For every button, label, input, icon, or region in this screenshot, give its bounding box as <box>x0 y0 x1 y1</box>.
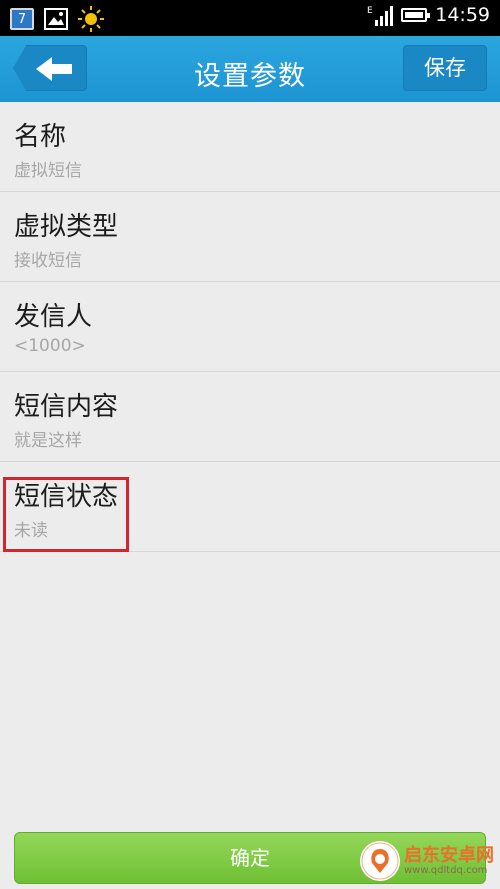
setting-value: 虚拟短信 <box>14 161 82 181</box>
watermark-title: 启东安卓网 <box>404 844 494 866</box>
battery-icon <box>401 8 431 22</box>
setting-value: 就是这样 <box>14 431 82 451</box>
watermark-logo-icon <box>360 841 400 881</box>
status-bar-left: 7 <box>10 6 104 32</box>
setting-row-virtual-type[interactable]: 虚拟类型 接收短信 <box>0 192 500 282</box>
watermark-text: 启东安卓网 www.qdltdq.com <box>404 844 494 877</box>
setting-label: 名称 <box>14 122 67 152</box>
setting-row-name[interactable]: 名称 虚拟短信 <box>0 102 500 192</box>
calendar-day: 7 <box>17 12 27 27</box>
gallery-icon <box>44 8 68 30</box>
setting-label: 发信人 <box>14 302 93 332</box>
clock: 14:59 <box>435 4 490 26</box>
save-button[interactable]: 保存 <box>403 45 487 91</box>
setting-label: 虚拟类型 <box>14 212 119 242</box>
status-bar-right: E 14:59 <box>367 4 490 26</box>
watermark-url: www.qdltdq.com <box>404 865 488 877</box>
calendar-icon: 7 <box>10 8 34 30</box>
setting-label: 短信内容 <box>14 392 119 422</box>
setting-row-sender[interactable]: 发信人 <1000> <box>0 282 500 372</box>
brightness-icon <box>78 6 104 32</box>
signal-icon: E <box>367 6 394 26</box>
network-type: E <box>367 6 373 16</box>
header-bar: 设置参数 保存 <box>0 36 500 102</box>
setting-value: <1000> <box>14 336 86 356</box>
highlight-annotation-box <box>3 477 129 552</box>
setting-value: 接收短信 <box>14 251 82 271</box>
status-bar: 7 E 14:59 <box>0 0 500 36</box>
setting-row-content[interactable]: 短信内容 就是这样 <box>0 372 500 462</box>
watermark: 启东安卓网 www.qdltdq.com <box>360 835 498 887</box>
